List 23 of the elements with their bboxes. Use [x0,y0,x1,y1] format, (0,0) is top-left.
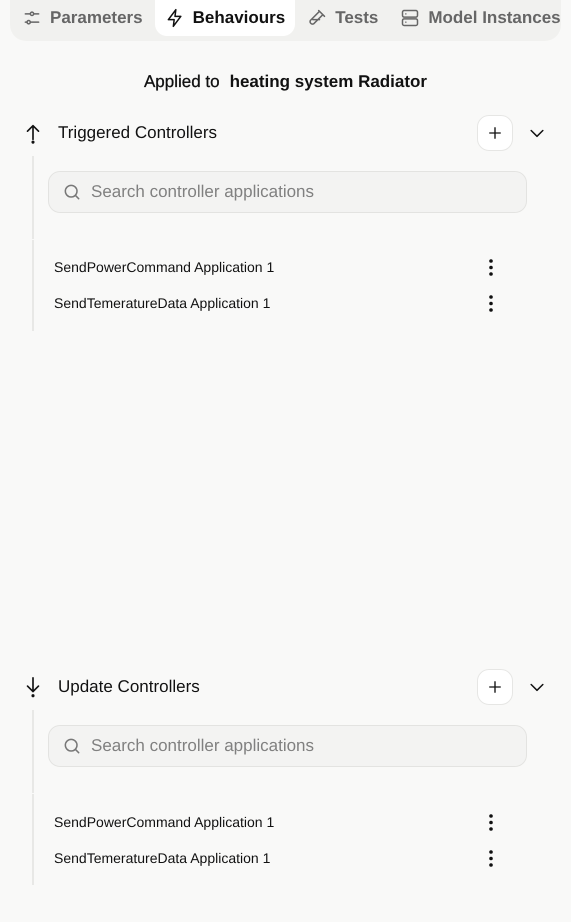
vertical-dots-icon [489,259,493,276]
tab[interactable]: Parameters [12,0,153,36]
vertical-dots-icon [489,814,493,830]
plus-icon [486,678,504,696]
vertical-dots-icon [489,850,493,866]
controller-application[interactable]: SendTemeratureData Application 1 [54,848,481,868]
search-field[interactable]: Search controller applications [48,725,527,767]
test-tube-icon [307,8,328,28]
applied-to-label: Applied to [144,71,220,93]
controller-application[interactable]: SendTemeratureData Application 1 [54,293,481,314]
tab[interactable]: Behaviours [154,0,296,36]
search-icon [62,736,82,756]
search-field[interactable]: Search controller applications [48,170,527,212]
search-icon [62,182,82,202]
section-title: Triggered Controllers [58,122,218,144]
server-icon [400,8,420,28]
applied-to-target: heating system Radiator [230,71,428,93]
vertical-dots-icon [489,295,493,312]
tab[interactable]: Model Instances [390,0,571,36]
controller-application[interactable]: SendPowerCommand Application 1 [54,257,481,278]
controller-application[interactable]: SendPowerCommand Application 1 [54,812,481,832]
tab[interactable]: Tests [297,0,388,36]
section-title: Update Controllers [58,676,201,698]
